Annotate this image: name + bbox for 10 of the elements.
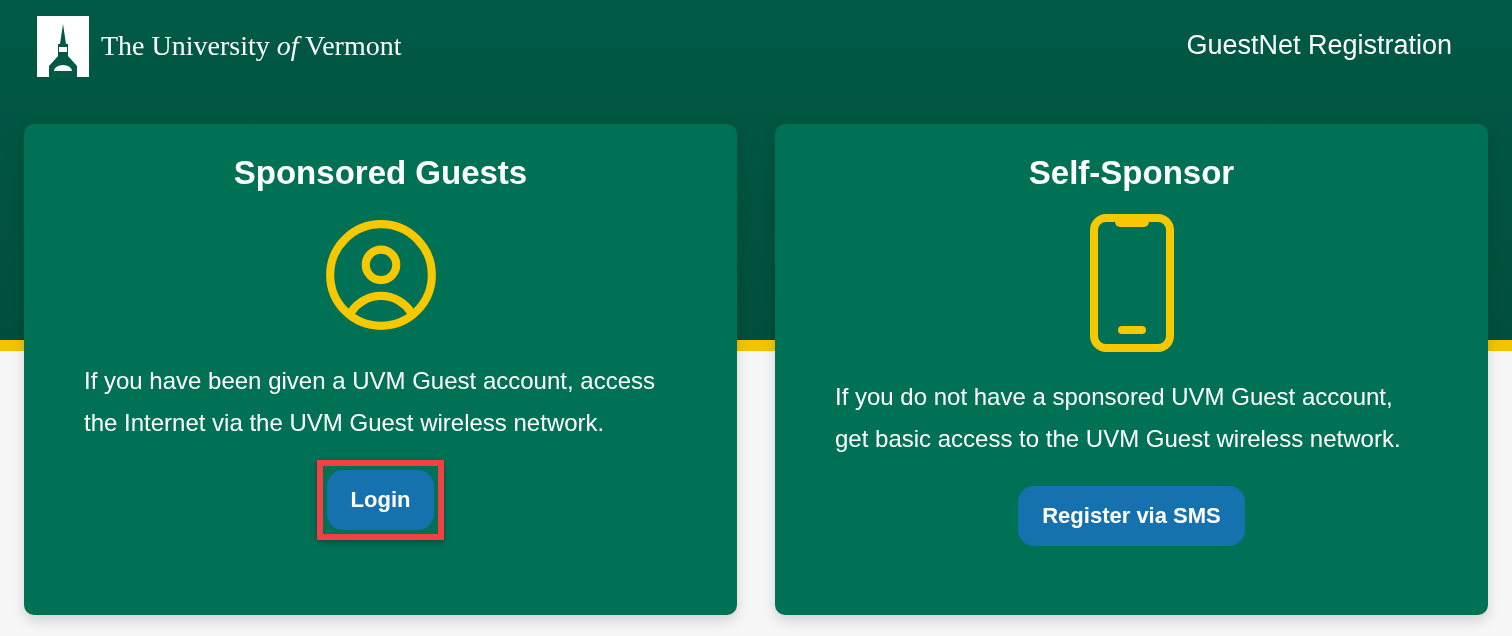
card-description: If you do not have a sponsored UVM Guest account, get basic access to the UVM Guest wireless network.	[835, 382, 1402, 454]
page-title: GuestNet Registration	[1186, 30, 1452, 61]
tower-logo-icon	[37, 16, 89, 77]
university-name: The University of Vermont	[101, 29, 402, 62]
card-title: Self-Sponsor	[1028, 154, 1235, 192]
action-button[interactable]: Register via SMS	[1018, 486, 1245, 546]
smartphone-icon	[1089, 214, 1174, 352]
action-button[interactable]: Login	[326, 470, 435, 530]
card-title: Sponsored Guests	[233, 154, 528, 192]
card-description: If you have been given a UVM Guest account, access the Internet via the UVM Guest wireless network.	[84, 366, 656, 438]
